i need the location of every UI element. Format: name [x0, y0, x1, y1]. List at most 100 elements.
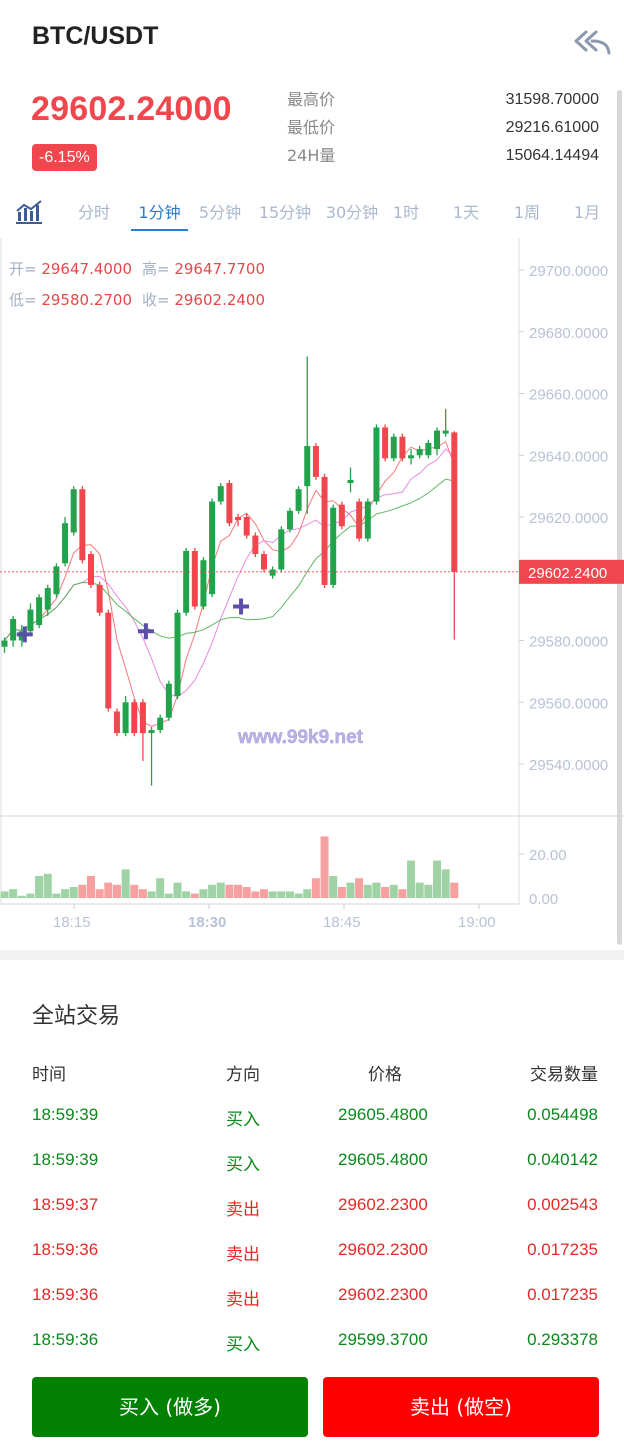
trade-row: 18:59:39 买入 29605.4800 0.054498	[0, 1093, 624, 1138]
volume-bar	[87, 876, 95, 898]
candle-body	[131, 702, 138, 734]
candle-body	[243, 517, 250, 536]
stat-volume: 24H量 15064.14494	[287, 142, 599, 170]
volume-bar	[424, 884, 433, 898]
volume-bar	[35, 876, 44, 898]
trade-time: 18:59:36	[32, 1330, 99, 1349]
trade-price: 29605.4800	[338, 1150, 428, 1169]
trade-time: 18:59:39	[32, 1105, 99, 1124]
ohlc-close: 收= 29602.2400	[142, 291, 265, 309]
tab-1hour[interactable]: 1时	[390, 195, 422, 231]
tab-15min[interactable]: 15分钟	[256, 195, 314, 231]
trade-price: 29602.2300	[338, 1240, 428, 1259]
volume-bar	[26, 893, 35, 898]
candlestick-chart-icon[interactable]	[14, 199, 44, 225]
tab-30min[interactable]: 30分钟	[323, 195, 381, 231]
header-price: 价格	[368, 1065, 402, 1085]
trade-qty: 0.040142	[527, 1150, 598, 1169]
volume-bar	[294, 893, 303, 898]
back-icon[interactable]	[572, 26, 612, 58]
candle-body	[373, 427, 380, 502]
trade-side: 卖出	[226, 1200, 260, 1220]
y-tick-label: 29620.0000	[529, 510, 608, 527]
candle-body	[330, 507, 337, 585]
stats-panel: 最高价 31598.70000 最低价 29216.61000 24H量 150…	[287, 86, 599, 170]
volume-bar	[407, 860, 416, 898]
candle-body	[338, 504, 345, 527]
stat-value: 31598.70000	[505, 91, 599, 108]
volume-bar	[372, 882, 381, 898]
volume-bar	[355, 878, 364, 898]
last-price: 29602.24000	[31, 90, 232, 128]
tab-1min[interactable]: 1分钟	[131, 195, 188, 231]
candle-body	[62, 523, 69, 564]
volume-bar	[182, 891, 191, 898]
candle-body	[217, 486, 224, 502]
ohlc-high: 高= 29647.7700	[142, 260, 265, 278]
candle-body	[88, 554, 94, 585]
tab-fenshi[interactable]: 分时	[75, 195, 113, 231]
watermark-text: www.99k9.net	[237, 727, 364, 748]
volume-bar	[381, 887, 390, 898]
ohlc-low: 低= 29580.2700	[9, 291, 132, 309]
stat-label: 最高价	[287, 90, 336, 109]
header-time: 时间	[32, 1065, 66, 1085]
volume-bar	[130, 884, 139, 898]
trade-qty: 0.017235	[527, 1285, 598, 1304]
trade-qty: 0.017235	[527, 1240, 598, 1259]
x-tick-label: 18:15	[53, 914, 91, 931]
stat-value: 29216.61000	[505, 119, 599, 136]
trade-time: 18:59:39	[32, 1150, 99, 1169]
volume-bar	[441, 869, 450, 898]
trade-time: 18:59:36	[32, 1285, 99, 1304]
volume-bar	[9, 889, 18, 898]
volume-bar	[216, 882, 225, 898]
trade-side: 买入	[226, 1110, 260, 1130]
x-tick-label: 18:30	[188, 914, 226, 931]
tab-1month[interactable]: 1月	[571, 195, 603, 231]
trade-time: 18:59:36	[32, 1240, 99, 1259]
volume-bar	[450, 882, 459, 898]
trade-row: 18:59:39 买入 29605.4800 0.040142	[0, 1138, 624, 1183]
trade-qty: 0.002543	[527, 1195, 598, 1214]
volume-bar	[433, 860, 441, 898]
trade-price: 29602.2300	[338, 1195, 428, 1214]
volume-bar	[190, 893, 199, 898]
kline-svg[interactable]: 29700.0000 29680.0000 29660.0000 29640.0000…	[0, 238, 624, 938]
sell-short-button[interactable]: 卖出 (做空)	[323, 1377, 599, 1437]
tab-1week[interactable]: 1周	[511, 195, 543, 231]
buy-long-button[interactable]: 买入 (做多)	[32, 1377, 308, 1437]
y-tick-label: 29540.0000	[529, 757, 608, 774]
trade-qty: 0.293378	[527, 1330, 598, 1349]
kline-chart[interactable]: 29700.0000 29680.0000 29660.0000 29640.0000…	[0, 238, 624, 938]
candle-body	[226, 483, 233, 524]
trade-side: 买入	[226, 1335, 260, 1355]
y-tick-label: 29580.0000	[529, 634, 608, 651]
tab-5min[interactable]: 5分钟	[196, 195, 244, 231]
y-tick-label: 29660.0000	[529, 387, 608, 404]
y-tick-label: 29680.0000	[529, 325, 608, 342]
candle-body	[416, 449, 423, 456]
volume-bar	[346, 882, 355, 898]
candle-body	[321, 476, 328, 585]
ohlc-open: 开= 29647.4000	[9, 260, 132, 278]
candle-body	[174, 612, 181, 697]
candle-body	[312, 445, 319, 477]
y-tick-label: 29640.0000	[529, 448, 608, 465]
signal-marker	[233, 598, 250, 615]
candle-body	[105, 612, 112, 709]
candle-body	[1, 640, 8, 647]
trades-title: 全站交易	[32, 1004, 121, 1029]
candle-body	[356, 501, 363, 539]
candle-body	[261, 554, 267, 570]
volume-bar	[277, 891, 286, 898]
volume-bar	[242, 887, 251, 898]
volume-bar	[234, 884, 243, 898]
volume-bar	[104, 882, 113, 898]
tab-1day[interactable]: 1天	[450, 195, 482, 231]
y-tick-label: 29700.0000	[529, 263, 608, 280]
trade-side: 买入	[226, 1155, 260, 1175]
volume-bar	[95, 889, 104, 898]
volume-bar	[260, 889, 268, 898]
pair-title: BTC/USDT	[32, 22, 159, 50]
